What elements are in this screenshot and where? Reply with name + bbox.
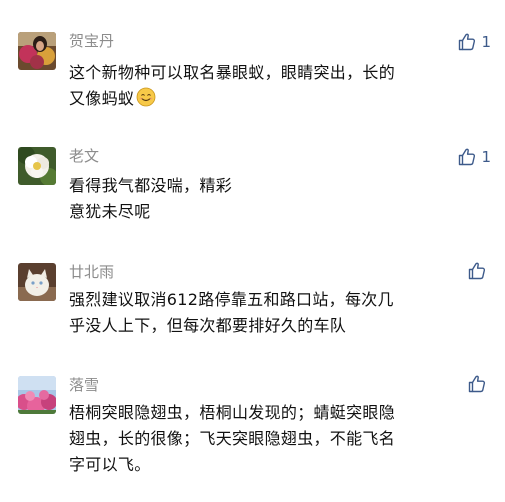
comment-line: 这个新物种可以取名暴眼蚁，眼睛突出，长的 xyxy=(69,63,396,82)
comment-line: 看得我气都没喘，精彩 xyxy=(69,176,233,195)
like-button[interactable]: 1 xyxy=(457,146,491,168)
like-button[interactable]: 1 xyxy=(457,31,491,53)
comment-item: 落雪 梧桐突眼隐翅虫，梧桐山发现的；蜻蜓突眼隐 翅虫，长的很像；飞天突眼隐翅虫，… xyxy=(0,360,505,502)
avatar[interactable] xyxy=(18,263,56,301)
like-count: 1 xyxy=(481,148,491,166)
avatar[interactable] xyxy=(18,147,56,185)
comment-line: 强烈建议取消612路停靠五和路口站，每次几 xyxy=(69,290,394,309)
thumbs-up-icon xyxy=(468,375,486,393)
comment-text: 这个新物种可以取名暴眼蚁，眼睛突出，长的 又像蚂蚁 xyxy=(69,60,489,112)
like-button[interactable] xyxy=(467,373,491,395)
comment-list: 贺宝丹 1 这个新物种可以取名暴眼蚁，眼睛突出，长的 又像蚂蚁 老文 1 看得我… xyxy=(0,0,505,502)
comment-line: 翅虫，长的很像；飞天突眼隐翅虫，不能飞名 xyxy=(69,429,396,448)
avatar[interactable] xyxy=(18,376,56,414)
comment-text: 梧桐突眼隐翅虫，梧桐山发现的；蜻蜓突眼隐 翅虫，长的很像；飞天突眼隐翅虫，不能飞… xyxy=(69,400,489,478)
comment-item: 老文 1 看得我气都没喘，精彩 意犹未尽呢 xyxy=(0,125,505,250)
thumbs-up-icon xyxy=(459,148,476,166)
like-count: 1 xyxy=(481,33,491,51)
comment-line: 意犹未尽呢 xyxy=(69,202,151,221)
like-button[interactable] xyxy=(467,260,491,282)
comment-line: 梧桐突眼隐翅虫，梧桐山发现的；蜻蜓突眼隐 xyxy=(69,403,396,422)
comment-author[interactable]: 落雪 xyxy=(69,375,99,395)
comment-author[interactable]: 廿北雨 xyxy=(69,262,114,282)
comment-line-text: 又像蚂蚁 xyxy=(69,89,135,108)
comment-line-with-emoji: 又像蚂蚁 xyxy=(69,86,489,112)
thumbs-up-icon xyxy=(468,262,486,280)
comment-item: 廿北雨 强烈建议取消612路停靠五和路口站，每次几 乎没人上下，但每次都要排好久… xyxy=(0,250,505,360)
comment-author[interactable]: 贺宝丹 xyxy=(69,31,114,51)
smile-emoji-icon xyxy=(136,87,156,107)
avatar[interactable] xyxy=(18,32,56,70)
thumbs-up-icon xyxy=(459,33,476,51)
comment-item: 贺宝丹 1 这个新物种可以取名暴眼蚁，眼睛突出，长的 又像蚂蚁 xyxy=(0,0,505,125)
comment-line: 字可以飞。 xyxy=(69,455,151,474)
comment-text: 强烈建议取消612路停靠五和路口站，每次几 乎没人上下，但每次都要排好久的车队 xyxy=(69,287,489,339)
comment-text: 看得我气都没喘，精彩 意犹未尽呢 xyxy=(69,173,489,225)
comment-line: 乎没人上下，但每次都要排好久的车队 xyxy=(69,316,347,335)
comment-author[interactable]: 老文 xyxy=(69,146,99,166)
